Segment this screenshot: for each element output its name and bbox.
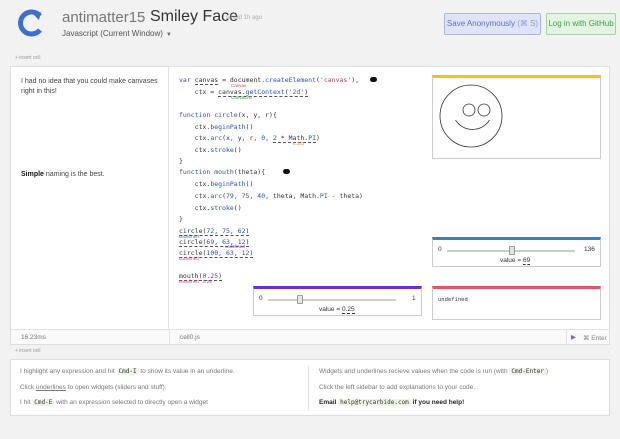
undefined-output[interactable]: undefined [432,286,601,320]
kbd-cmd-e: Cmd-E [32,399,55,406]
carbide-logo-icon[interactable] [15,8,45,38]
language-select[interactable]: Javascript (Current Window) ▼ [62,29,172,38]
slider-widget-bottom: 0 1 value = 0.25 [253,286,422,316]
code-line[interactable]: function mouth(theta){ [179,168,265,176]
underlines-link[interactable]: underlines [36,384,66,391]
value-label-text: value = [319,306,342,313]
help-panel: I highlight any expression and hit Cmd-I… [10,359,610,416]
code-line[interactable]: } [179,157,183,165]
save-shortcut: (⌘ S) [517,19,539,28]
smiley-face-canvas [439,84,503,148]
divider [566,330,567,345]
insert-cell-bottom[interactable]: + insert cell [15,348,40,354]
slider-max: 1 [412,295,416,302]
username-link[interactable]: antimatter15 [62,9,145,26]
code-cell: I had no idea that you could make canvas… [10,66,610,345]
slider-min: 0 [259,295,263,302]
help-line: Click the left sidebar to add explanatio… [319,384,476,391]
kbd-cmd-i: Cmd-I [116,368,139,375]
github-login-button[interactable]: Log in with GitHub [546,13,616,35]
slider-value-label: value = 0.25 [319,306,355,314]
slider-min: 0 [438,246,442,253]
value-label-text: value = [500,257,523,264]
help-line: I highlight any expression and hit Cmd-I… [20,368,235,375]
help-line: Click underlines to open widgets (slider… [20,384,167,391]
value-annotation[interactable]: undefined [179,279,199,284]
divider [308,366,309,410]
help-line: I hit Cmd-E with an expression selected … [20,399,208,406]
save-anonymously-button[interactable]: Save Anonymously (⌘ S) [444,13,541,35]
notes-sidebar[interactable]: I had no idea that you could make canvas… [11,67,169,329]
slider-max: 136 [584,246,595,253]
run-shortcut[interactable]: ⌘ Enter [583,334,607,342]
cell-filename[interactable]: cell0.js [179,334,200,341]
slider-value-label: value = 69 [500,257,531,265]
output-text: undefined [438,297,468,303]
help-email[interactable]: help@trycarbide.com [338,399,411,406]
code-line[interactable]: } [179,215,183,223]
note-bold: Simple [21,171,44,178]
save-button-label: Save Anonymously [446,19,515,28]
value-annotation[interactable]: 0.25 [203,279,212,284]
code-line[interactable]: ctx.stroke() [179,204,242,212]
code-line[interactable]: ctx.stroke() [179,146,242,154]
code-line[interactable]: ctx.beginPath() [179,180,254,188]
code-line[interactable]: var canvas = document.createElement('can… [179,76,359,85]
value-annotation[interactable]: Canvas2D [231,95,252,100]
help-line: Email help@trycarbide.com if you need he… [319,399,465,406]
cell-footer: 16.23ms cell0.js ▶ ⌘ Enter [11,329,609,345]
run-time: 16.23ms [21,334,46,341]
breadcrumb-separator: › [141,11,145,25]
code-line[interactable]: ctx.beginPath() [179,123,254,131]
value-annotation[interactable]: undefined [179,256,199,261]
app-header: antimatter15 › Smiley Face saved 1h ago … [0,0,620,52]
insert-cell-top[interactable]: + insert cell [15,55,40,61]
comment-bubble-icon[interactable] [283,169,290,174]
help-line: Widgets and underlines recieve values wh… [319,368,549,375]
note-naming[interactable]: Simple naming is the best. [21,171,105,178]
kbd-cmd-enter: Cmd-Enter [509,368,546,375]
notebook-title[interactable]: Smiley Face [150,8,238,26]
divider [169,330,170,345]
slider-value[interactable]: 0.25 [341,306,355,314]
canvas-output[interactable] [432,75,601,159]
slider-thumb[interactable] [297,295,303,304]
saved-status: saved 1h ago [226,15,263,21]
note-naming-text: naming is the best. [45,171,105,178]
comment-bubble-icon[interactable] [370,77,377,82]
slider-value[interactable]: 69 [522,257,531,265]
slider-widget-top: 0 136 value = 69 [432,237,601,267]
slider-thumb[interactable] [508,246,515,255]
code-line[interactable]: ctx.arc(79, 75, 40, theta, Math.PI - the… [179,192,363,200]
note-canvas[interactable]: I had no idea that you could make canvas… [21,77,161,97]
run-icon[interactable]: ▶ [571,333,576,341]
language-label: Javascript (Current Window) [62,29,163,38]
code-line[interactable]: function circle(x, y, r){ [179,111,277,119]
value-annotation[interactable]: 6.283 [293,141,304,146]
chevron-down-icon: ▼ [165,32,172,38]
slider-track[interactable] [268,299,396,301]
